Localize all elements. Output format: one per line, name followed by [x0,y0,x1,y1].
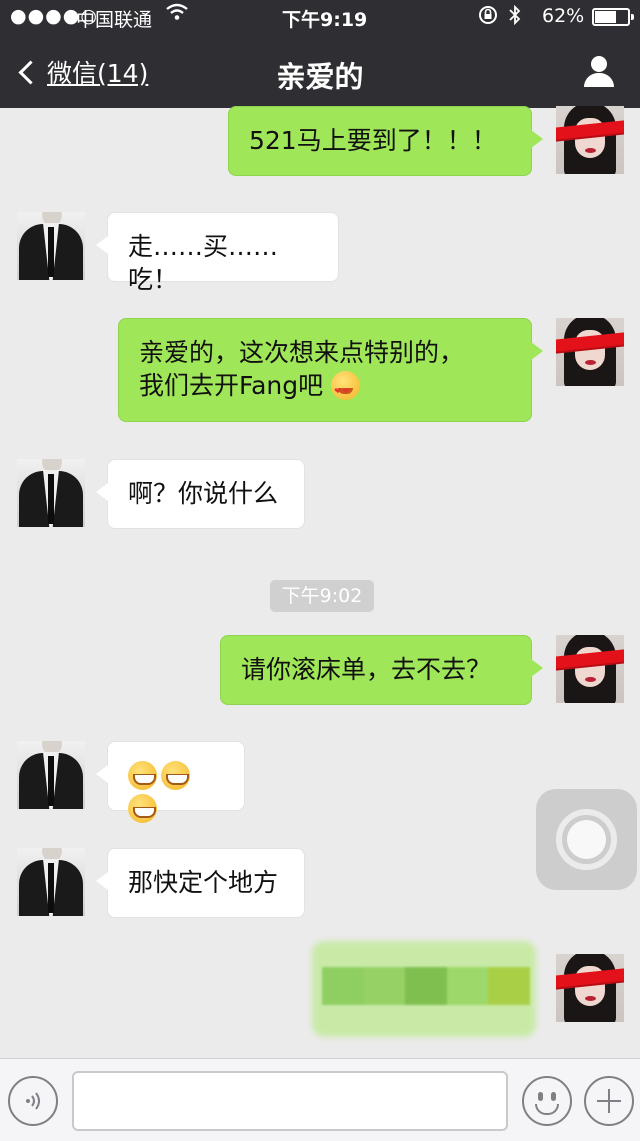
outgoing-message[interactable]: 亲爱的，这次想来点特别的， 我们去开Fang吧 [118,318,543,422]
contact-avatar[interactable] [17,741,85,809]
chat-title: 亲爱的 [276,60,364,94]
rotation-lock-icon [478,5,498,30]
message-text-input[interactable] [72,1071,508,1131]
message-text: 521马上要到了！！！ [249,126,497,155]
my-avatar[interactable] [556,635,624,703]
assistive-touch-button[interactable] [536,789,637,890]
message-text: 啊？你说什么 [128,479,279,508]
outgoing-message[interactable]: 请你滚床单，去不去？ [220,635,543,705]
voice-input-button[interactable] [8,1076,58,1126]
carrier-name: 中国联通 [76,9,153,31]
my-avatar[interactable] [556,954,624,1022]
message-text: 走……买……吃！ [128,232,279,294]
wifi-icon [166,3,188,26]
timestamp-divider: 下午9:02 [270,580,374,612]
incoming-message[interactable]: 啊？你说什么 [96,459,305,529]
my-avatar[interactable] [556,318,624,386]
message-text-line: 我们去开Fang吧 [139,371,324,400]
more-options-button[interactable] [584,1076,634,1126]
outgoing-message[interactable]: 521马上要到了！！！ [228,106,543,176]
heart-eyes-emoji-icon [331,371,361,409]
my-avatar[interactable] [556,106,624,174]
grin-emoji-icon [128,761,157,790]
clock: 下午9:19 [282,9,368,31]
incoming-message[interactable]: 走……买……吃！ [96,212,339,294]
grin-emoji-icon [128,794,157,823]
message-text: 请你滚床单，去不去？ [241,655,492,684]
contact-profile-icon[interactable] [582,56,616,88]
message-text: 那快定个地方 [128,868,279,897]
emoji-button[interactable] [522,1076,572,1126]
message-input-bar [0,1058,640,1141]
battery-icon [592,8,634,26]
blurred-message[interactable] [304,933,540,1037]
incoming-message[interactable]: 那快定个地方 [96,848,305,918]
grin-emoji-icon [161,761,190,790]
contact-avatar[interactable] [17,848,85,916]
message-text-line: 亲爱的，这次想来点特别的， [139,338,465,367]
contact-avatar[interactable] [17,212,85,280]
smiley-icon [538,1092,543,1101]
battery-percent: 62% [542,5,585,27]
voice-icon [22,1089,46,1118]
status-bar: ●●●●○ 中国联通 下午9:19 62% [0,0,640,34]
contact-avatar[interactable] [17,459,85,527]
incoming-message[interactable] [96,741,245,823]
bluetooth-icon [508,4,522,30]
chat-header: 微信(14) 亲爱的 [0,34,640,108]
